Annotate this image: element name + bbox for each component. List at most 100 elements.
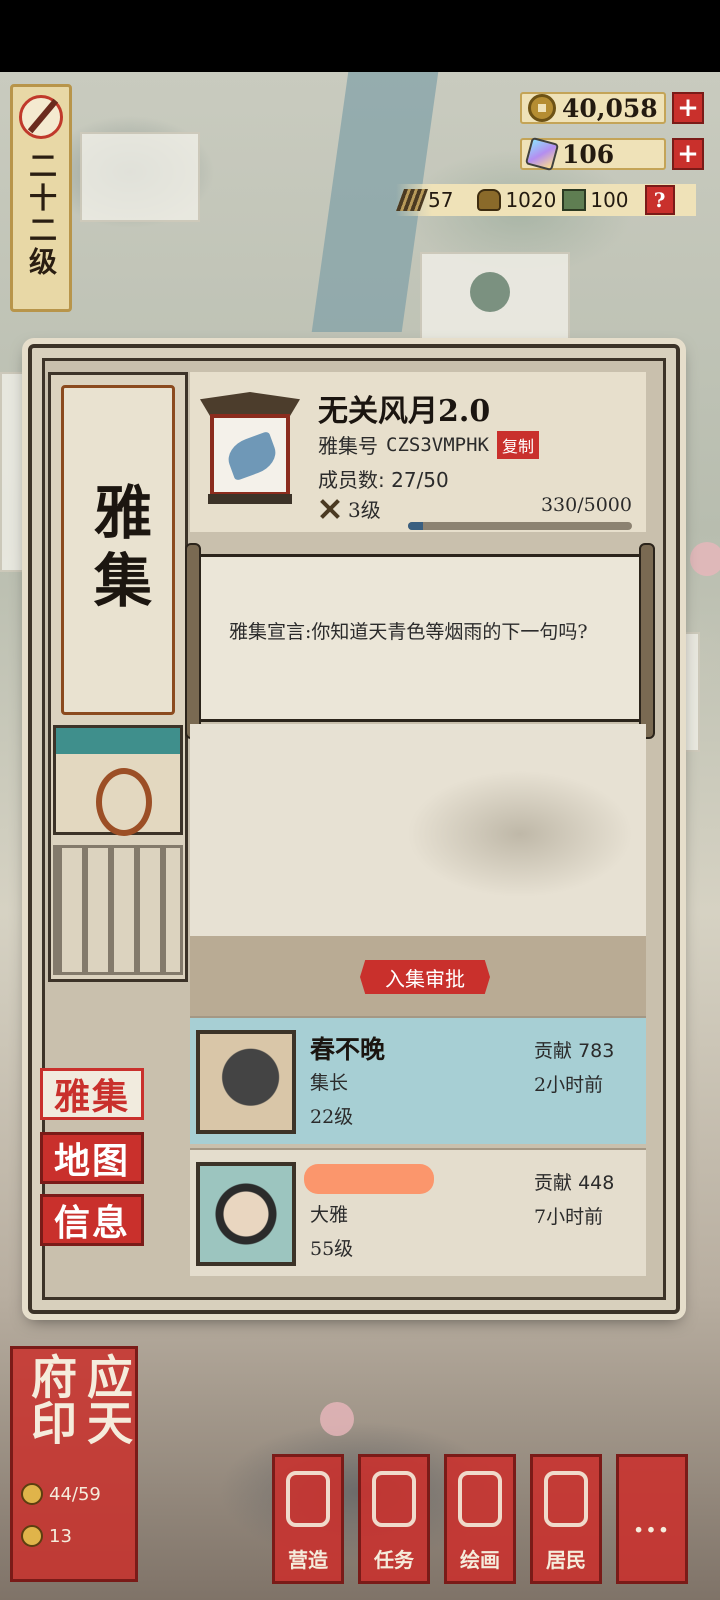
- build-label: 营造: [288, 1548, 328, 1572]
- member-count-label: 成员数:: [318, 468, 385, 492]
- grain-bag-icon: [477, 189, 502, 211]
- book-icon: [562, 189, 587, 211]
- blossom-tree: [320, 1402, 354, 1436]
- resource-bar: 57 1020 100 ?: [395, 184, 696, 216]
- coin-row: 40,058 +: [520, 92, 704, 124]
- guild-name: 无关风月2.0: [318, 394, 491, 429]
- city-stat-gold: 13: [21, 1525, 72, 1547]
- contribution-value: 448: [578, 1172, 615, 1194]
- resident-icon: [544, 1471, 588, 1527]
- guild-level-row: 3级: [318, 494, 381, 523]
- wood-icon: [395, 189, 429, 211]
- tree: [470, 272, 510, 312]
- grain-value: 1020: [505, 188, 557, 212]
- wood-value: 57: [428, 188, 454, 212]
- paint-button[interactable]: 绘画: [444, 1454, 516, 1584]
- member-last-active: 2小时前: [534, 1074, 604, 1096]
- join-approval-button[interactable]: 入集审批: [360, 960, 490, 994]
- gourd-arch-decoration: [53, 725, 183, 836]
- player-level: 二十二级: [25, 151, 58, 279]
- jade-display: 106: [520, 136, 666, 172]
- member-avatar[interactable]: [196, 1030, 296, 1134]
- city-name: 应天府印: [24, 1353, 134, 1445]
- more-button[interactable]: ...: [616, 1454, 688, 1584]
- grain-resource: 1020: [477, 188, 556, 212]
- book-resource: 100: [562, 188, 629, 212]
- member-level: 55级: [310, 1238, 354, 1260]
- resource-help-button[interactable]: ?: [644, 185, 675, 215]
- coin-display: 40,058: [520, 92, 666, 124]
- guild-id-value: CZS3VMPHK: [386, 433, 489, 456]
- emblem-stand: [208, 494, 292, 504]
- gold-icon: [21, 1525, 43, 1547]
- guild-info-card: 无关风月2.0 雅集号 CZS3VMPHK 复制 成员数: 27/50 3级 3…: [190, 372, 646, 532]
- member-count: 成员数: 27/50: [318, 464, 449, 493]
- guild-declaration: 雅集宣言:你知道天青色等烟雨的下一句吗?: [229, 621, 588, 643]
- guild-emblem-icon: [200, 392, 300, 512]
- wood-resource: 57: [395, 188, 454, 212]
- tab-info[interactable]: 信息: [40, 1194, 144, 1246]
- city-stat-gold-value: 13: [49, 1525, 72, 1547]
- add-coins-button[interactable]: +: [672, 92, 704, 124]
- declaration-scroll: 雅集宣言:你知道天青色等烟雨的下一句吗?: [185, 543, 655, 739]
- guild-exp-text: 330/5000: [540, 494, 632, 516]
- book-value: 100: [590, 188, 629, 212]
- city-stat-population-value: 44/59: [49, 1483, 101, 1505]
- jade-icon: [524, 136, 560, 172]
- coin-icon: [528, 94, 556, 122]
- member-avatar[interactable]: [196, 1162, 296, 1266]
- member-contribution: 贡献 783: [534, 1036, 614, 1063]
- task-button[interactable]: 任务: [358, 1454, 430, 1584]
- add-jade-button[interactable]: +: [672, 138, 704, 170]
- member-count-value: 27/50: [391, 468, 449, 492]
- member-last-active: 7小时前: [534, 1206, 604, 1228]
- guild-id-row: 雅集号 CZS3VMPHK 复制: [318, 430, 539, 459]
- contribution-label: 贡献: [534, 1172, 573, 1194]
- ornament-decoration: [53, 845, 183, 975]
- guild-exp-bar: [408, 522, 632, 530]
- build-button[interactable]: 营造: [272, 1454, 344, 1584]
- ink-painting-area: [190, 724, 646, 936]
- task-icon: [372, 1471, 416, 1527]
- paint-label: 绘画: [460, 1548, 500, 1572]
- member-name: 春不晚: [310, 1035, 386, 1064]
- member-role: 大雅: [310, 1204, 349, 1226]
- population-icon: [21, 1483, 43, 1505]
- panel-title-scroll: 雅集: [61, 385, 175, 715]
- jade-value: 106: [562, 139, 615, 169]
- panel-left-column: 雅集: [48, 372, 188, 982]
- resident-button[interactable]: 居民: [530, 1454, 602, 1584]
- status-bar: [0, 0, 720, 72]
- tab-guild[interactable]: 雅集: [40, 1068, 144, 1120]
- task-label: 任务: [374, 1548, 414, 1572]
- map-tile: [80, 132, 200, 222]
- redacted-name: [304, 1164, 434, 1194]
- paint-icon: [458, 1471, 502, 1527]
- blossom-tree: [690, 542, 720, 576]
- guild-id-label: 雅集号: [318, 434, 378, 458]
- copy-id-button[interactable]: 复制: [496, 430, 539, 459]
- tab-map[interactable]: 地图: [40, 1132, 144, 1184]
- player-level-plaque[interactable]: 二十二级: [10, 84, 72, 312]
- guild-exp-fill: [408, 522, 423, 530]
- resident-label: 居民: [546, 1548, 586, 1572]
- member-level: 22级: [310, 1106, 354, 1128]
- guild-level: 3级: [348, 498, 381, 522]
- city-stat-population: 44/59: [21, 1483, 101, 1505]
- member-role: 集长: [310, 1072, 349, 1094]
- emblem-board: [210, 414, 290, 496]
- brush-icon: [19, 95, 63, 139]
- emblem-roof: [200, 392, 300, 416]
- member-row[interactable]: 春不晚 集长 22级 贡献 783 2小时前: [190, 1016, 646, 1144]
- member-list: 春不晚 集长 22级 贡献 783 2小时前 大雅 55级 贡献 448 7小时…: [190, 1016, 646, 1298]
- city-seal-button[interactable]: 应天府印 44/59 13: [10, 1346, 138, 1582]
- contribution-value: 783: [578, 1040, 615, 1062]
- jade-row: 106 +: [520, 136, 704, 172]
- coin-value: 40,058: [562, 93, 658, 123]
- member-row[interactable]: 大雅 55级 贡献 448 7小时前: [190, 1148, 646, 1276]
- contribution-label: 贡献: [534, 1040, 573, 1062]
- build-icon: [286, 1471, 330, 1527]
- crossed-swords-icon: [318, 497, 342, 521]
- panel-title: 雅集: [84, 482, 152, 618]
- member-contribution: 贡献 448: [534, 1168, 614, 1195]
